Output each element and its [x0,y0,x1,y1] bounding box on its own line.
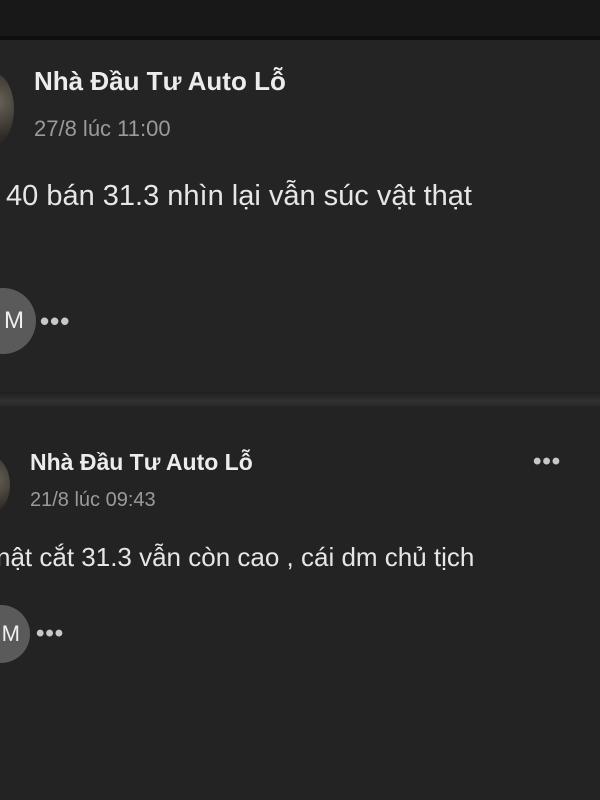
reaction-avatar[interactable]: M [0,605,30,663]
top-bar [0,0,600,36]
author-name[interactable]: Nhà Đầu Tư Auto Lỗ [34,66,286,97]
more-options-icon[interactable]: ••• [40,308,70,334]
comment-card: Nhà Đầu Tư Auto Lỗ 27/8 lúc 11:00 40 bán… [0,40,600,392]
avatar[interactable] [0,72,14,146]
comment-text: nật cắt 31.3 vẫn còn cao , cái dm chủ tị… [0,542,475,572]
more-options-icon[interactable]: ••• [36,622,64,646]
comment-card: Nhà Đầu Tư Auto Lỗ 21/8 lúc 09:43 ••• nậ… [0,406,600,800]
author-name[interactable]: Nhà Đầu Tư Auto Lỗ [30,449,253,476]
timestamp[interactable]: 27/8 lúc 11:00 [34,116,171,142]
timestamp[interactable]: 21/8 lúc 09:43 [30,489,156,512]
comment-text: 40 bán 31.3 nhìn lại vẫn súc vật thạt [6,180,472,212]
avatar[interactable] [0,456,10,514]
reaction-avatar[interactable]: M [0,288,36,354]
comment-feed: Nhà Đầu Tư Auto Lỗ 27/8 lúc 11:00 40 bán… [0,0,600,800]
post-menu-icon[interactable]: ••• [533,450,561,474]
card-divider [0,392,600,406]
